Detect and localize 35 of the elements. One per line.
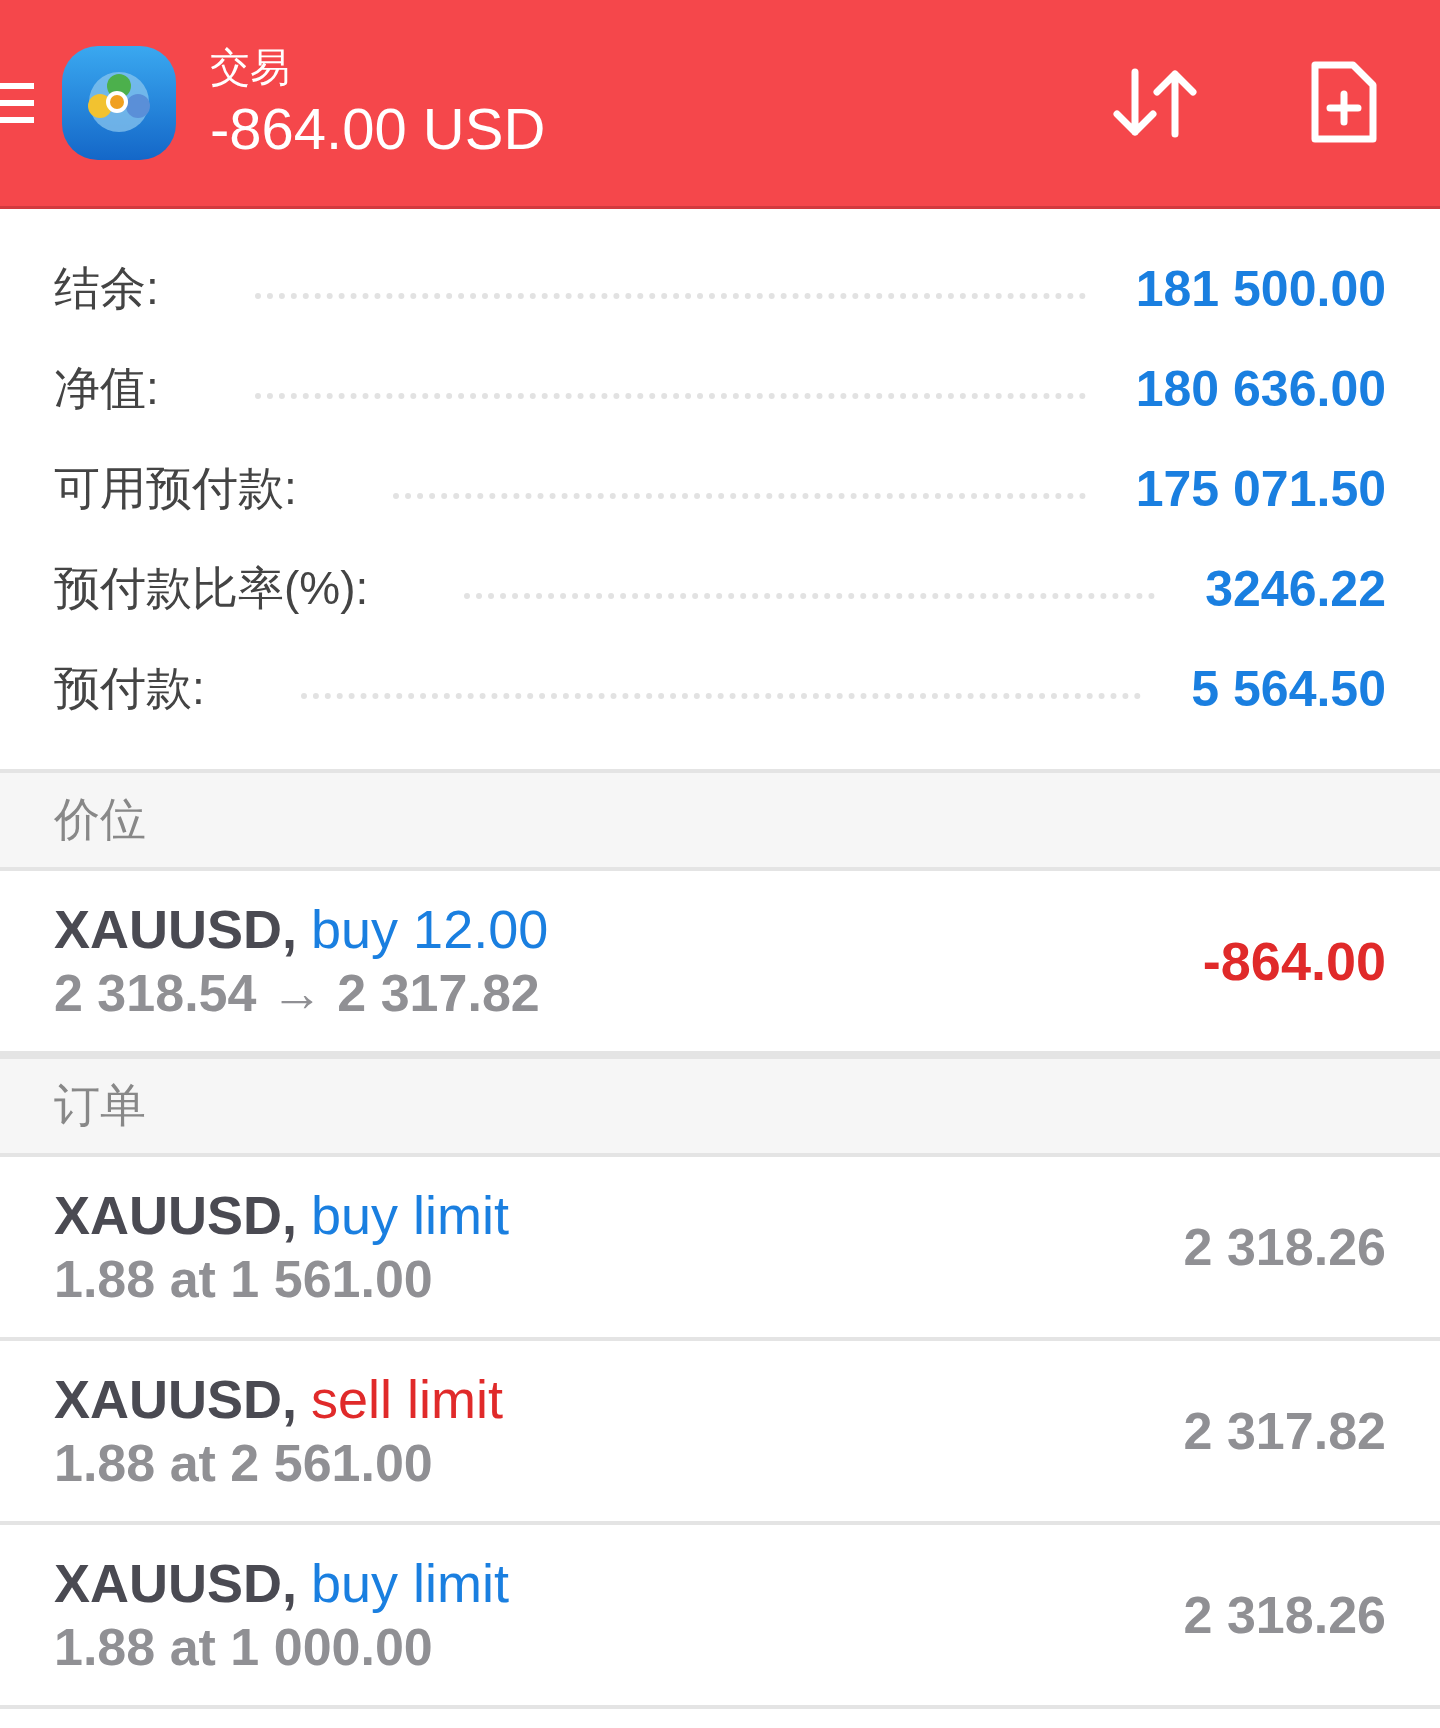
field-value: 5 564.50 [1191,660,1386,718]
trade-detail: 2 318.54 → 2 317.82 [54,963,541,1024]
field-label: 预付款比率(%): [54,561,369,616]
symbol-label: XAUUSD, [54,1553,298,1613]
price-value: 2 317.82 [1183,1401,1386,1461]
trade-detail: 1.88 at 2 561.00 [54,1433,434,1494]
trade-type: sell limit [311,1369,504,1429]
sort-icon[interactable] [1113,68,1197,138]
trade-row[interactable]: XAUUSD, sell limit 1.88 at 2 561.00 2 317.82 [0,1341,1440,1525]
trade-row[interactable]: XAUUSD, buy limit 1.88 at 1 561.00 2 318.26 [0,1157,1440,1341]
trade-detail: 1.88 at 1 561.00 [54,1249,434,1310]
section-header: 价位 [0,769,1440,871]
trade-type: buy limit [311,1553,510,1613]
field-label: 预付款: [54,661,205,716]
price-value: 2 318.26 [1183,1585,1386,1645]
app-logo-icon[interactable] [60,44,178,162]
field-value: 180 636.00 [1135,360,1386,418]
symbol-label: XAUUSD, [54,1185,298,1245]
screen-title: 交易 [210,44,291,91]
profit-value: -864.00 [1202,930,1386,992]
field-value: 175 071.50 [1135,460,1386,518]
section-header: 订单 [0,1055,1440,1157]
trade-detail: 1.88 at 1 000.00 [54,1617,434,1678]
trade-type: buy limit [311,1185,510,1245]
symbol-label: XAUUSD, [54,1369,298,1429]
field-value: 181 500.00 [1135,260,1386,318]
field-value: 3246.22 [1205,560,1386,618]
field-label: 净值: [54,361,159,416]
field-label: 结余: [54,261,159,316]
symbol-label: XAUUSD, [54,899,298,959]
trade-type: buy 12.00 [311,899,549,959]
trade-row[interactable]: XAUUSD, buy limit 1.88 at 1 000.00 2 318.26 [0,1525,1440,1709]
price-value: 2 318.26 [1183,1217,1386,1277]
total-profit: -864.00 USD [210,95,547,163]
field-label: 可用预付款: [54,461,297,516]
